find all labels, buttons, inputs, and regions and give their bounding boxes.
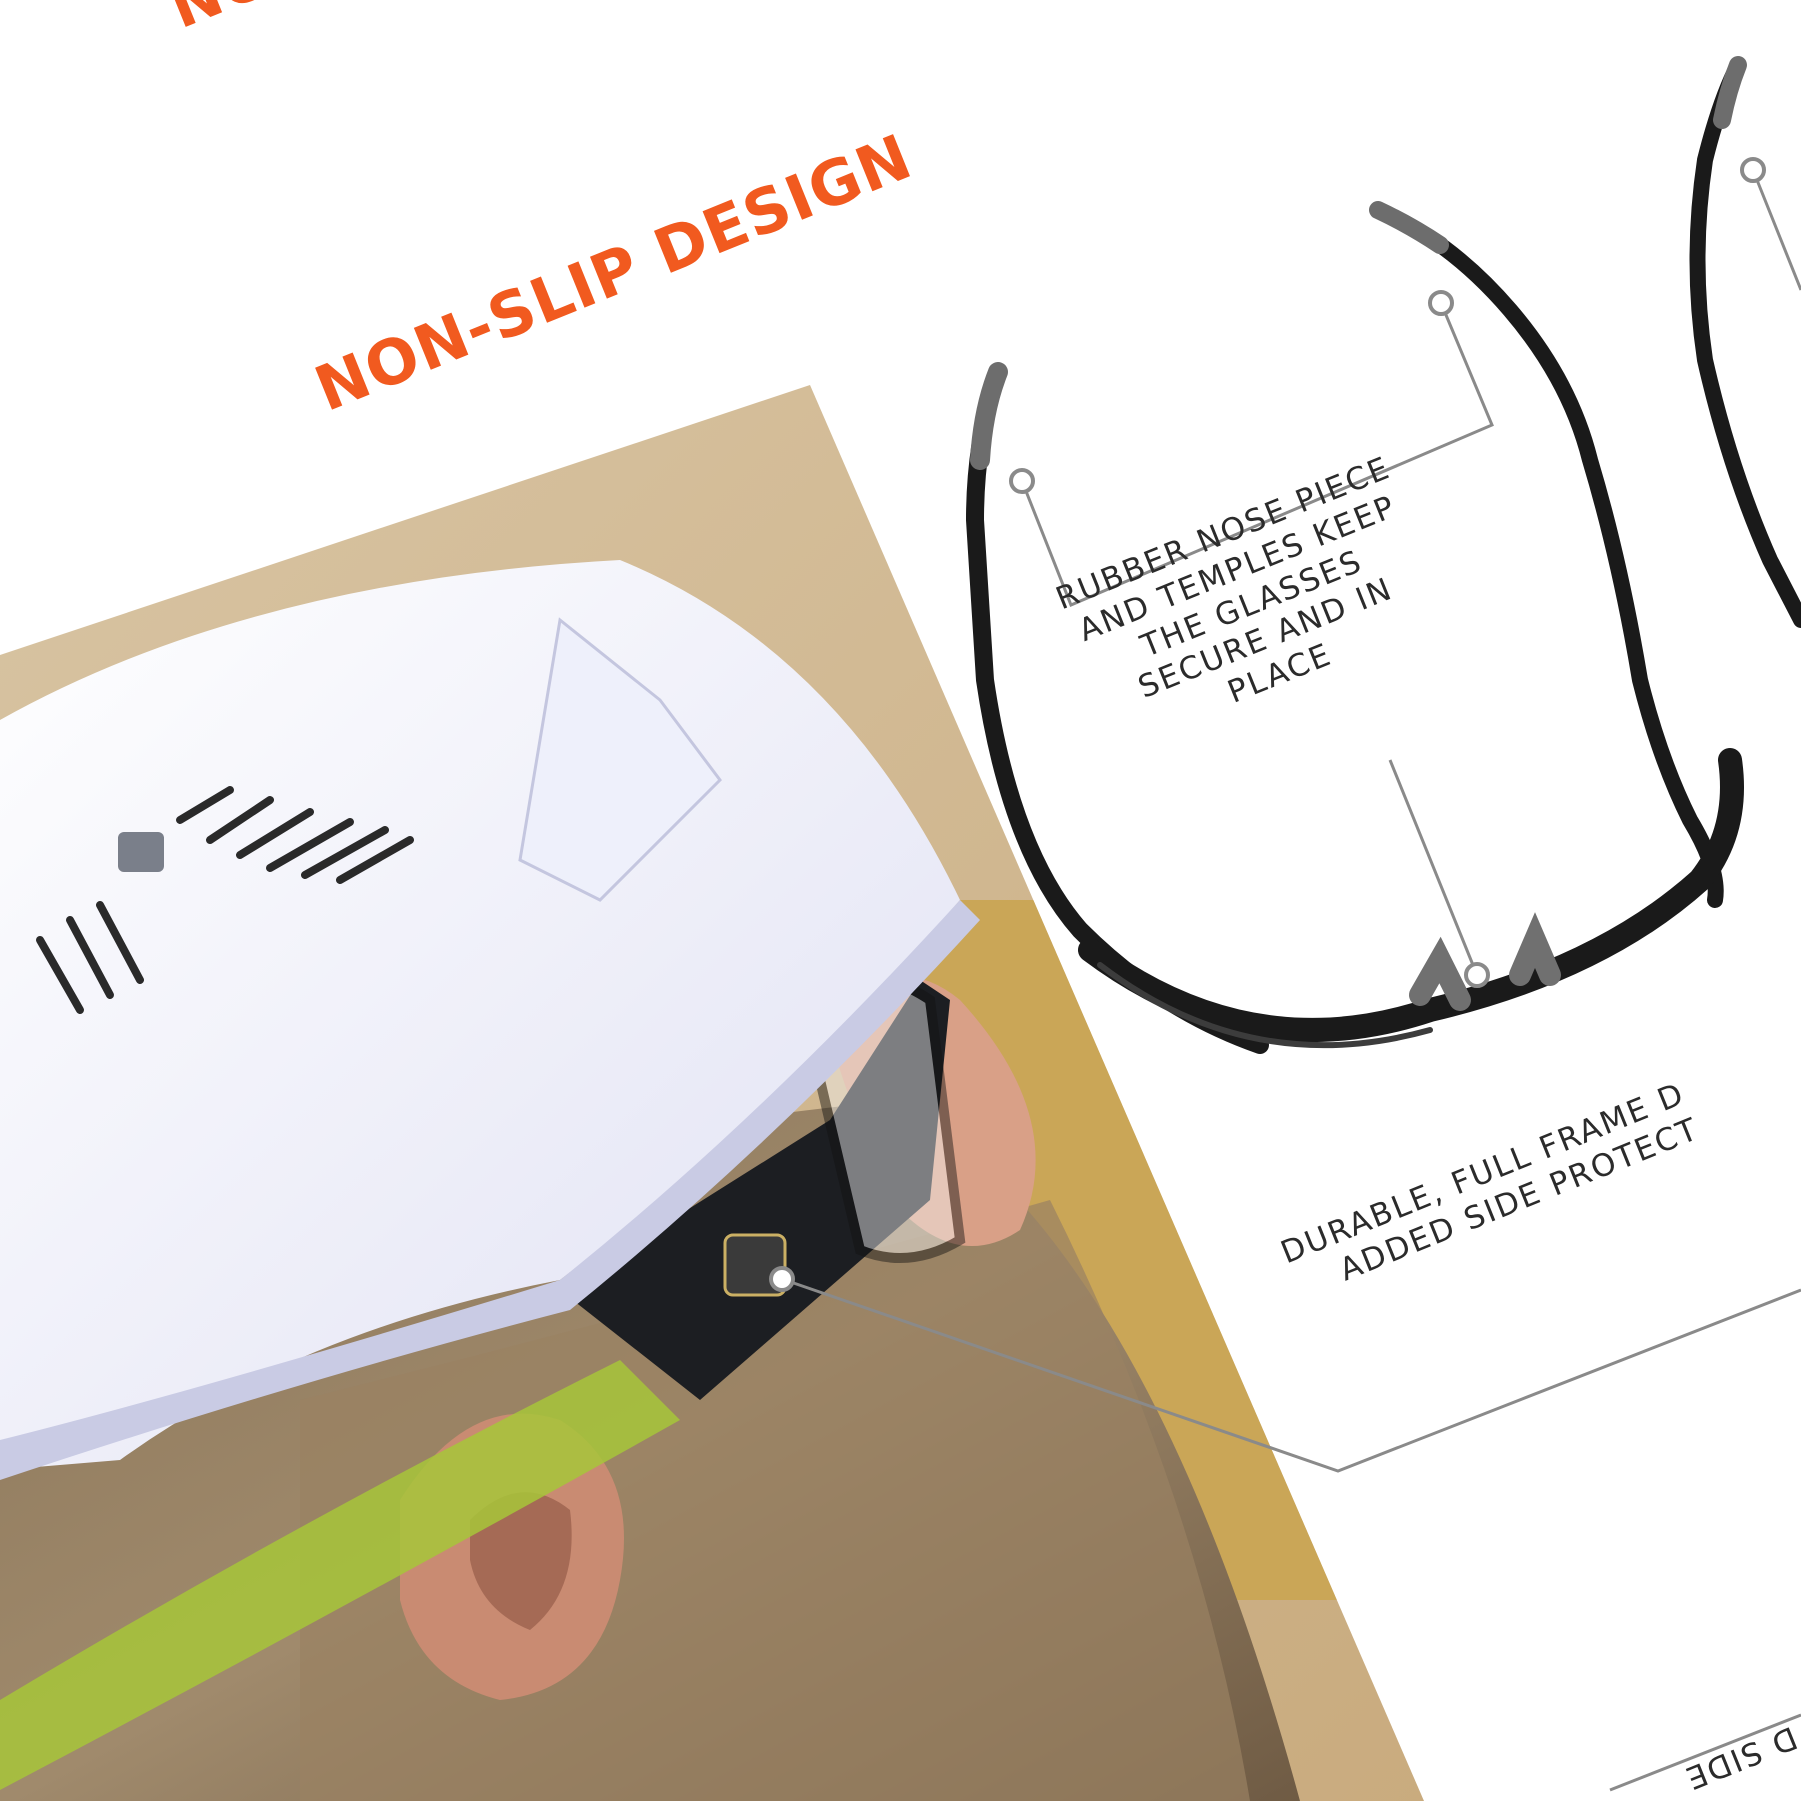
callout-marker xyxy=(1009,468,1035,494)
callout-marker xyxy=(1428,290,1454,316)
callout-marker xyxy=(769,1266,795,1292)
product-feature-graphic: NO NON-SLIP DESIGN RUBBER NOSE PIECE AND… xyxy=(0,0,1801,1801)
callout-marker xyxy=(1464,962,1490,988)
callout-marker xyxy=(1740,157,1766,183)
callout-leader-lines xyxy=(769,157,1801,1792)
